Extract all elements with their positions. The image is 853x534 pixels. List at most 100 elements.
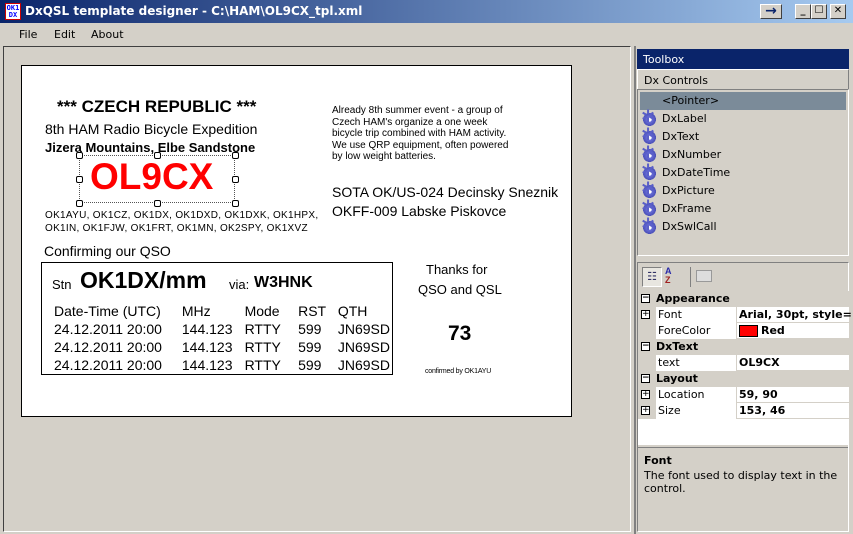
- tool-dxlabel[interactable]: DxLabel: [640, 108, 846, 128]
- toolbox-list: <Pointer> DxLabel DxText DxNumber DxDate…: [637, 89, 849, 256]
- description-line: bicycle trip combined with HAM activity.: [332, 128, 507, 139]
- collapse-icon[interactable]: −: [641, 342, 650, 351]
- resize-handle[interactable]: [232, 152, 239, 159]
- property-name: ForeColor: [654, 323, 736, 339]
- cell: 144.123: [181, 357, 233, 373]
- operators-line-1[interactable]: OK1AYU, OK1CZ, OK1DX, OK1DXD, OK1DXK, OK…: [45, 210, 318, 221]
- categorized-icon[interactable]: ☷: [642, 267, 662, 287]
- menu-about[interactable]: About: [91, 28, 124, 41]
- qso-frame[interactable]: Stn OK1DX/mm via: W3HNK Date-Time (UTC) …: [41, 262, 393, 375]
- operators-line-2[interactable]: OK1IN, OK1FJW, OK1FRT, OK1MN, OK2SPY, OK…: [45, 223, 308, 234]
- category-label: Layout: [656, 372, 698, 385]
- tool-dxtext[interactable]: DxText: [640, 126, 846, 146]
- tool-dxswlcall[interactable]: DxSwlCall: [640, 216, 846, 236]
- resize-handle[interactable]: [232, 200, 239, 207]
- property-text[interactable]: text OL9CX: [638, 355, 852, 371]
- cell: JN69SD: [337, 321, 390, 337]
- resize-handle[interactable]: [76, 200, 83, 207]
- cell: RTTY: [244, 357, 281, 373]
- sort-az-icon[interactable]: AZ: [665, 267, 685, 287]
- subtitle-label[interactable]: 8th HAM Radio Bicycle Expedition: [45, 121, 257, 137]
- property-value[interactable]: 153, 46: [736, 403, 852, 419]
- menu-file[interactable]: File: [19, 28, 37, 41]
- category-label: DxText: [656, 340, 699, 353]
- description-body: The font used to display text in the con…: [644, 469, 838, 495]
- right-panel: Toolbox Dx Controls <Pointer> DxLabel Dx…: [634, 46, 853, 534]
- selection-box[interactable]: [76, 152, 239, 207]
- tool-label: DxDateTime: [662, 166, 731, 179]
- sota-label[interactable]: SOTA OK/US-024 Decinsky Sneznik: [332, 184, 558, 200]
- property-name: Font: [654, 307, 736, 323]
- table-row: 24.12.2011 20:00 144.123 RTTY 599 JN69SD: [54, 357, 390, 373]
- confirmed-by-label[interactable]: confirmed by OK1AYU: [425, 368, 491, 375]
- toolbox-header[interactable]: Toolbox: [637, 49, 849, 71]
- property-font[interactable]: + FontArial, 30pt, style=Bold: [638, 307, 852, 323]
- qso-table: Date-Time (UTC) MHz Mode RST QTH 24.12.2…: [52, 301, 392, 375]
- seventy-three-label[interactable]: 73: [448, 322, 471, 346]
- property-value[interactable]: Arial, 30pt, style=Bold: [736, 307, 852, 323]
- tool-dxpicture[interactable]: DxPicture: [640, 180, 846, 200]
- resize-handle[interactable]: [76, 152, 83, 159]
- category-dxtext[interactable]: − DxText: [638, 339, 852, 355]
- maximize-button[interactable]: ☐: [811, 4, 827, 19]
- property-value[interactable]: Red: [736, 323, 852, 339]
- category-appearance[interactable]: − Appearance: [638, 291, 852, 307]
- column-header: RST: [298, 303, 327, 319]
- resize-handle[interactable]: [154, 152, 161, 159]
- arrow-right-icon[interactable]: →: [760, 4, 782, 19]
- cell: RTTY: [244, 321, 281, 337]
- tool-label: DxNumber: [662, 148, 722, 161]
- tool-label: DxLabel: [662, 112, 707, 125]
- tool-dxnumber[interactable]: DxNumber: [640, 144, 846, 164]
- description-line: We use QRP equipment, often powered: [332, 139, 509, 151]
- expand-icon[interactable]: +: [641, 310, 650, 319]
- collapse-icon[interactable]: −: [641, 374, 650, 383]
- expand-icon[interactable]: +: [641, 390, 650, 399]
- property-toolbar: ☷ AZ: [638, 263, 848, 291]
- property-size[interactable]: + Size 153, 46: [638, 403, 852, 419]
- cell: 599: [298, 357, 322, 373]
- cell: 144.123: [181, 339, 233, 355]
- thanks-line-1[interactable]: Thanks for: [426, 262, 487, 277]
- minimize-button[interactable]: _: [795, 4, 811, 19]
- tool-dxframe[interactable]: DxFrame: [640, 198, 846, 218]
- property-value[interactable]: OL9CX: [736, 355, 852, 371]
- category-layout[interactable]: − Layout: [638, 371, 852, 387]
- cell: RTTY: [244, 339, 281, 355]
- property-value[interactable]: 59, 90: [736, 387, 852, 403]
- thanks-line-2[interactable]: QSO and QSL: [418, 282, 502, 297]
- expand-icon[interactable]: +: [641, 406, 650, 415]
- resize-handle[interactable]: [232, 176, 239, 183]
- table-header-row: Date-Time (UTC) MHz Mode RST QTH: [54, 303, 390, 319]
- menu-bar: File Edit About: [0, 23, 853, 45]
- property-name: Size: [654, 403, 736, 419]
- close-button[interactable]: ✕: [830, 4, 846, 19]
- property-location[interactable]: + Location 59, 90: [638, 387, 852, 403]
- property-forecolor[interactable]: ForeColor Red: [638, 323, 852, 339]
- property-pages-icon[interactable]: [696, 270, 712, 282]
- tool-label: DxText: [662, 130, 700, 143]
- property-description: Font The font used to display text in th…: [638, 447, 848, 531]
- menu-edit[interactable]: Edit: [54, 28, 75, 41]
- tool-label: DxPicture: [662, 184, 715, 197]
- description-line: Already 8th summer event - a group of: [332, 105, 503, 116]
- heading-label[interactable]: *** CZECH REPUBLIC ***: [57, 97, 256, 117]
- stn-callsign[interactable]: OK1DX/mm: [80, 267, 207, 294]
- dx-controls-tab[interactable]: Dx Controls: [637, 69, 849, 91]
- description-text[interactable]: Already 8th summer event - a group of Cz…: [332, 105, 508, 163]
- confirming-label[interactable]: Confirming our QSO: [44, 243, 171, 259]
- property-grid: ☷ AZ − Appearance + Font Arial, 30pt, style…: [637, 262, 852, 532]
- property-name: text: [654, 355, 736, 371]
- tool-dxdatetime[interactable]: DxDateTime: [640, 162, 846, 182]
- tool-pointer[interactable]: <Pointer>: [640, 92, 846, 110]
- category-label: Appearance: [656, 292, 730, 305]
- collapse-icon[interactable]: −: [641, 294, 650, 303]
- resize-handle[interactable]: [154, 200, 161, 207]
- resize-handle[interactable]: [76, 176, 83, 183]
- tool-label: <Pointer>: [662, 94, 720, 107]
- tool-label: DxSwlCall: [662, 220, 717, 233]
- via-callsign[interactable]: W3HNK: [254, 274, 313, 292]
- window-title: DxQSL template designer - C:\HAM\OL9CX_t…: [25, 4, 363, 18]
- okff-label[interactable]: OKFF-009 Labske Piskovce: [332, 203, 506, 219]
- description-title: Font: [644, 454, 672, 467]
